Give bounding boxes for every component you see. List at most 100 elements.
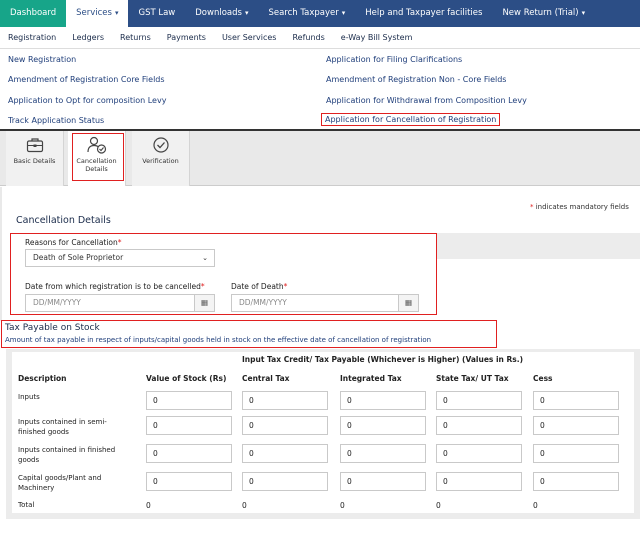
total-value-stock: 0 xyxy=(146,501,151,510)
link-amend-non-core[interactable]: Amendment of Registration Non - Core Fie… xyxy=(326,75,506,84)
link-cancellation[interactable]: Application for Cancellation of Registra… xyxy=(321,113,501,126)
select-value: Death of Sole Proprietor xyxy=(33,253,124,262)
subnav-returns[interactable]: Returns xyxy=(112,27,159,48)
nav-label: New Return (Trial) xyxy=(502,8,579,18)
nav-downloads[interactable]: Downloads ▾ xyxy=(185,0,258,27)
mandatory-text: indicates mandatory fields xyxy=(533,203,629,211)
nav-label: Dashboard xyxy=(10,8,57,18)
check-circle-icon xyxy=(152,137,169,153)
caret-down-icon: ▾ xyxy=(341,9,346,17)
total-integrated-tax: 0 xyxy=(340,501,345,510)
tab-label: Verification xyxy=(142,157,179,165)
nav-help[interactable]: Help and Taxpayer facilities xyxy=(355,0,492,27)
subnav-eway-bill[interactable]: e-Way Bill System xyxy=(333,27,421,48)
capital-goods-state-tax[interactable]: 0 xyxy=(436,472,522,491)
nav-label: Search Taxpayer xyxy=(268,8,339,18)
cancellation-fields-box: Reasons for Cancellation* Death of Sole … xyxy=(10,233,437,315)
subnav-user-services[interactable]: User Services xyxy=(214,27,285,48)
date-from-input[interactable]: DD/MM/YYYY ▦ xyxy=(25,294,215,312)
nav-dashboard[interactable]: Dashboard xyxy=(0,0,67,27)
cancellation-form: * indicates mandatory fields Cancellatio… xyxy=(0,187,640,321)
required-star: * xyxy=(117,238,122,247)
inputs-value-stock[interactable]: 0 xyxy=(146,391,232,410)
subnav-payments[interactable]: Payments xyxy=(159,27,214,48)
finished-state-tax[interactable]: 0 xyxy=(436,444,522,463)
semi-finished-integrated-tax[interactable]: 0 xyxy=(340,416,426,435)
link-opt-composition[interactable]: Application to Opt for composition Levy xyxy=(8,96,166,105)
tab-highlight-outline xyxy=(72,133,124,181)
caret-down-icon: ▾ xyxy=(244,9,249,17)
subnav-ledgers[interactable]: Ledgers xyxy=(64,27,112,48)
finished-central-tax[interactable]: 0 xyxy=(242,444,328,463)
semi-finished-cess[interactable]: 0 xyxy=(533,416,619,435)
inputs-cess[interactable]: 0 xyxy=(533,391,619,410)
top-nav: Dashboard Services ▾ GST Law Downloads ▾ S… xyxy=(0,0,640,27)
capital-goods-cess[interactable]: 0 xyxy=(533,472,619,491)
nav-services[interactable]: Services ▾ xyxy=(66,0,129,27)
finished-value-stock[interactable]: 0 xyxy=(146,444,232,463)
nav-search-taxpayer[interactable]: Search Taxpayer ▾ xyxy=(258,0,355,27)
col-cess: Cess xyxy=(533,374,553,383)
col-value-of-stock: Value of Stock (Rs) xyxy=(146,374,227,383)
semi-finished-state-tax[interactable]: 0 xyxy=(436,416,522,435)
link-amend-core[interactable]: Amendment of Registration Core Fields xyxy=(8,75,165,84)
caret-down-icon: ▾ xyxy=(581,9,586,17)
col-central-tax: Central Tax xyxy=(242,374,290,383)
date-from-label: Date from which registration is to be ca… xyxy=(25,282,205,291)
date-death-input[interactable]: DD/MM/YYYY ▦ xyxy=(231,294,419,312)
inputs-central-tax[interactable]: 0 xyxy=(242,391,328,410)
services-subnav: Registration Ledgers Returns Payments Us… xyxy=(0,27,640,49)
tax-payable-header: Tax Payable on Stock Amount of tax payab… xyxy=(1,320,497,348)
semi-finished-value-stock[interactable]: 0 xyxy=(146,416,232,435)
wizard-tabs: Basic Details Cancellation Details Verif… xyxy=(0,131,640,186)
subnav-registration[interactable]: Registration xyxy=(0,27,64,48)
col-integrated-tax: Integrated Tax xyxy=(340,374,402,383)
capital-goods-central-tax[interactable]: 0 xyxy=(242,472,328,491)
finished-integrated-tax[interactable]: 0 xyxy=(340,444,426,463)
finished-cess[interactable]: 0 xyxy=(533,444,619,463)
col-description: Description xyxy=(18,374,67,383)
tax-table: Input Tax Credit/ Tax Payable (Whichever… xyxy=(6,349,640,519)
row-label: Inputs xyxy=(18,393,40,401)
briefcase-icon xyxy=(26,138,43,153)
capital-goods-value-stock[interactable]: 0 xyxy=(146,472,232,491)
tab-label: Basic Details xyxy=(13,157,56,165)
tab-verification[interactable]: Verification xyxy=(132,131,190,186)
registration-menu: New Registration Amendment of Registrati… xyxy=(0,49,640,131)
required-star: * xyxy=(283,282,288,291)
nav-gst-law[interactable]: GST Law xyxy=(128,0,185,27)
calendar-icon[interactable]: ▦ xyxy=(194,295,214,311)
date-placeholder: DD/MM/YYYY xyxy=(239,298,287,307)
inputs-integrated-tax[interactable]: 0 xyxy=(340,391,426,410)
tax-title: Tax Payable on Stock xyxy=(5,323,100,333)
calendar-icon[interactable]: ▦ xyxy=(398,295,418,311)
link-filing-clarifications[interactable]: Application for Filing Clarifications xyxy=(326,55,462,64)
semi-finished-central-tax[interactable]: 0 xyxy=(242,416,328,435)
total-cess: 0 xyxy=(533,501,538,510)
link-track-status[interactable]: Track Application Status xyxy=(8,116,104,125)
reasons-label: Reasons for Cancellation* xyxy=(25,238,122,247)
subnav-refunds[interactable]: Refunds xyxy=(284,27,332,48)
date-placeholder: DD/MM/YYYY xyxy=(33,298,81,307)
date-death-label: Date of Death* xyxy=(231,282,287,291)
inputs-state-tax[interactable]: 0 xyxy=(436,391,522,410)
label-text: Date of Death xyxy=(231,282,284,291)
col-state-tax: State Tax/ UT Tax xyxy=(436,374,509,383)
link-new-registration[interactable]: New Registration xyxy=(8,55,76,64)
nav-new-return[interactable]: New Return (Trial) ▾ xyxy=(492,0,595,27)
nav-label: GST Law xyxy=(138,8,176,18)
nav-label: Services xyxy=(76,8,112,18)
total-state-tax: 0 xyxy=(436,501,441,510)
row-label: Inputs contained in semi-finished goods xyxy=(18,418,107,436)
required-star: * xyxy=(200,282,205,291)
total-label: Total xyxy=(18,501,35,509)
link-withdraw-composition[interactable]: Application for Withdrawal from Composit… xyxy=(326,96,527,105)
reasons-select[interactable]: Death of Sole Proprietor ⌄ xyxy=(25,249,215,267)
group-header: Input Tax Credit/ Tax Payable (Whichever… xyxy=(242,355,524,364)
tab-basic-details[interactable]: Basic Details xyxy=(6,131,64,186)
total-central-tax: 0 xyxy=(242,501,247,510)
nav-label: Downloads xyxy=(195,8,242,18)
row-label: Capital goods/Plant and Machinery xyxy=(18,474,102,492)
label-text: Date from which registration is to be ca… xyxy=(25,282,201,291)
capital-goods-integrated-tax[interactable]: 0 xyxy=(340,472,426,491)
